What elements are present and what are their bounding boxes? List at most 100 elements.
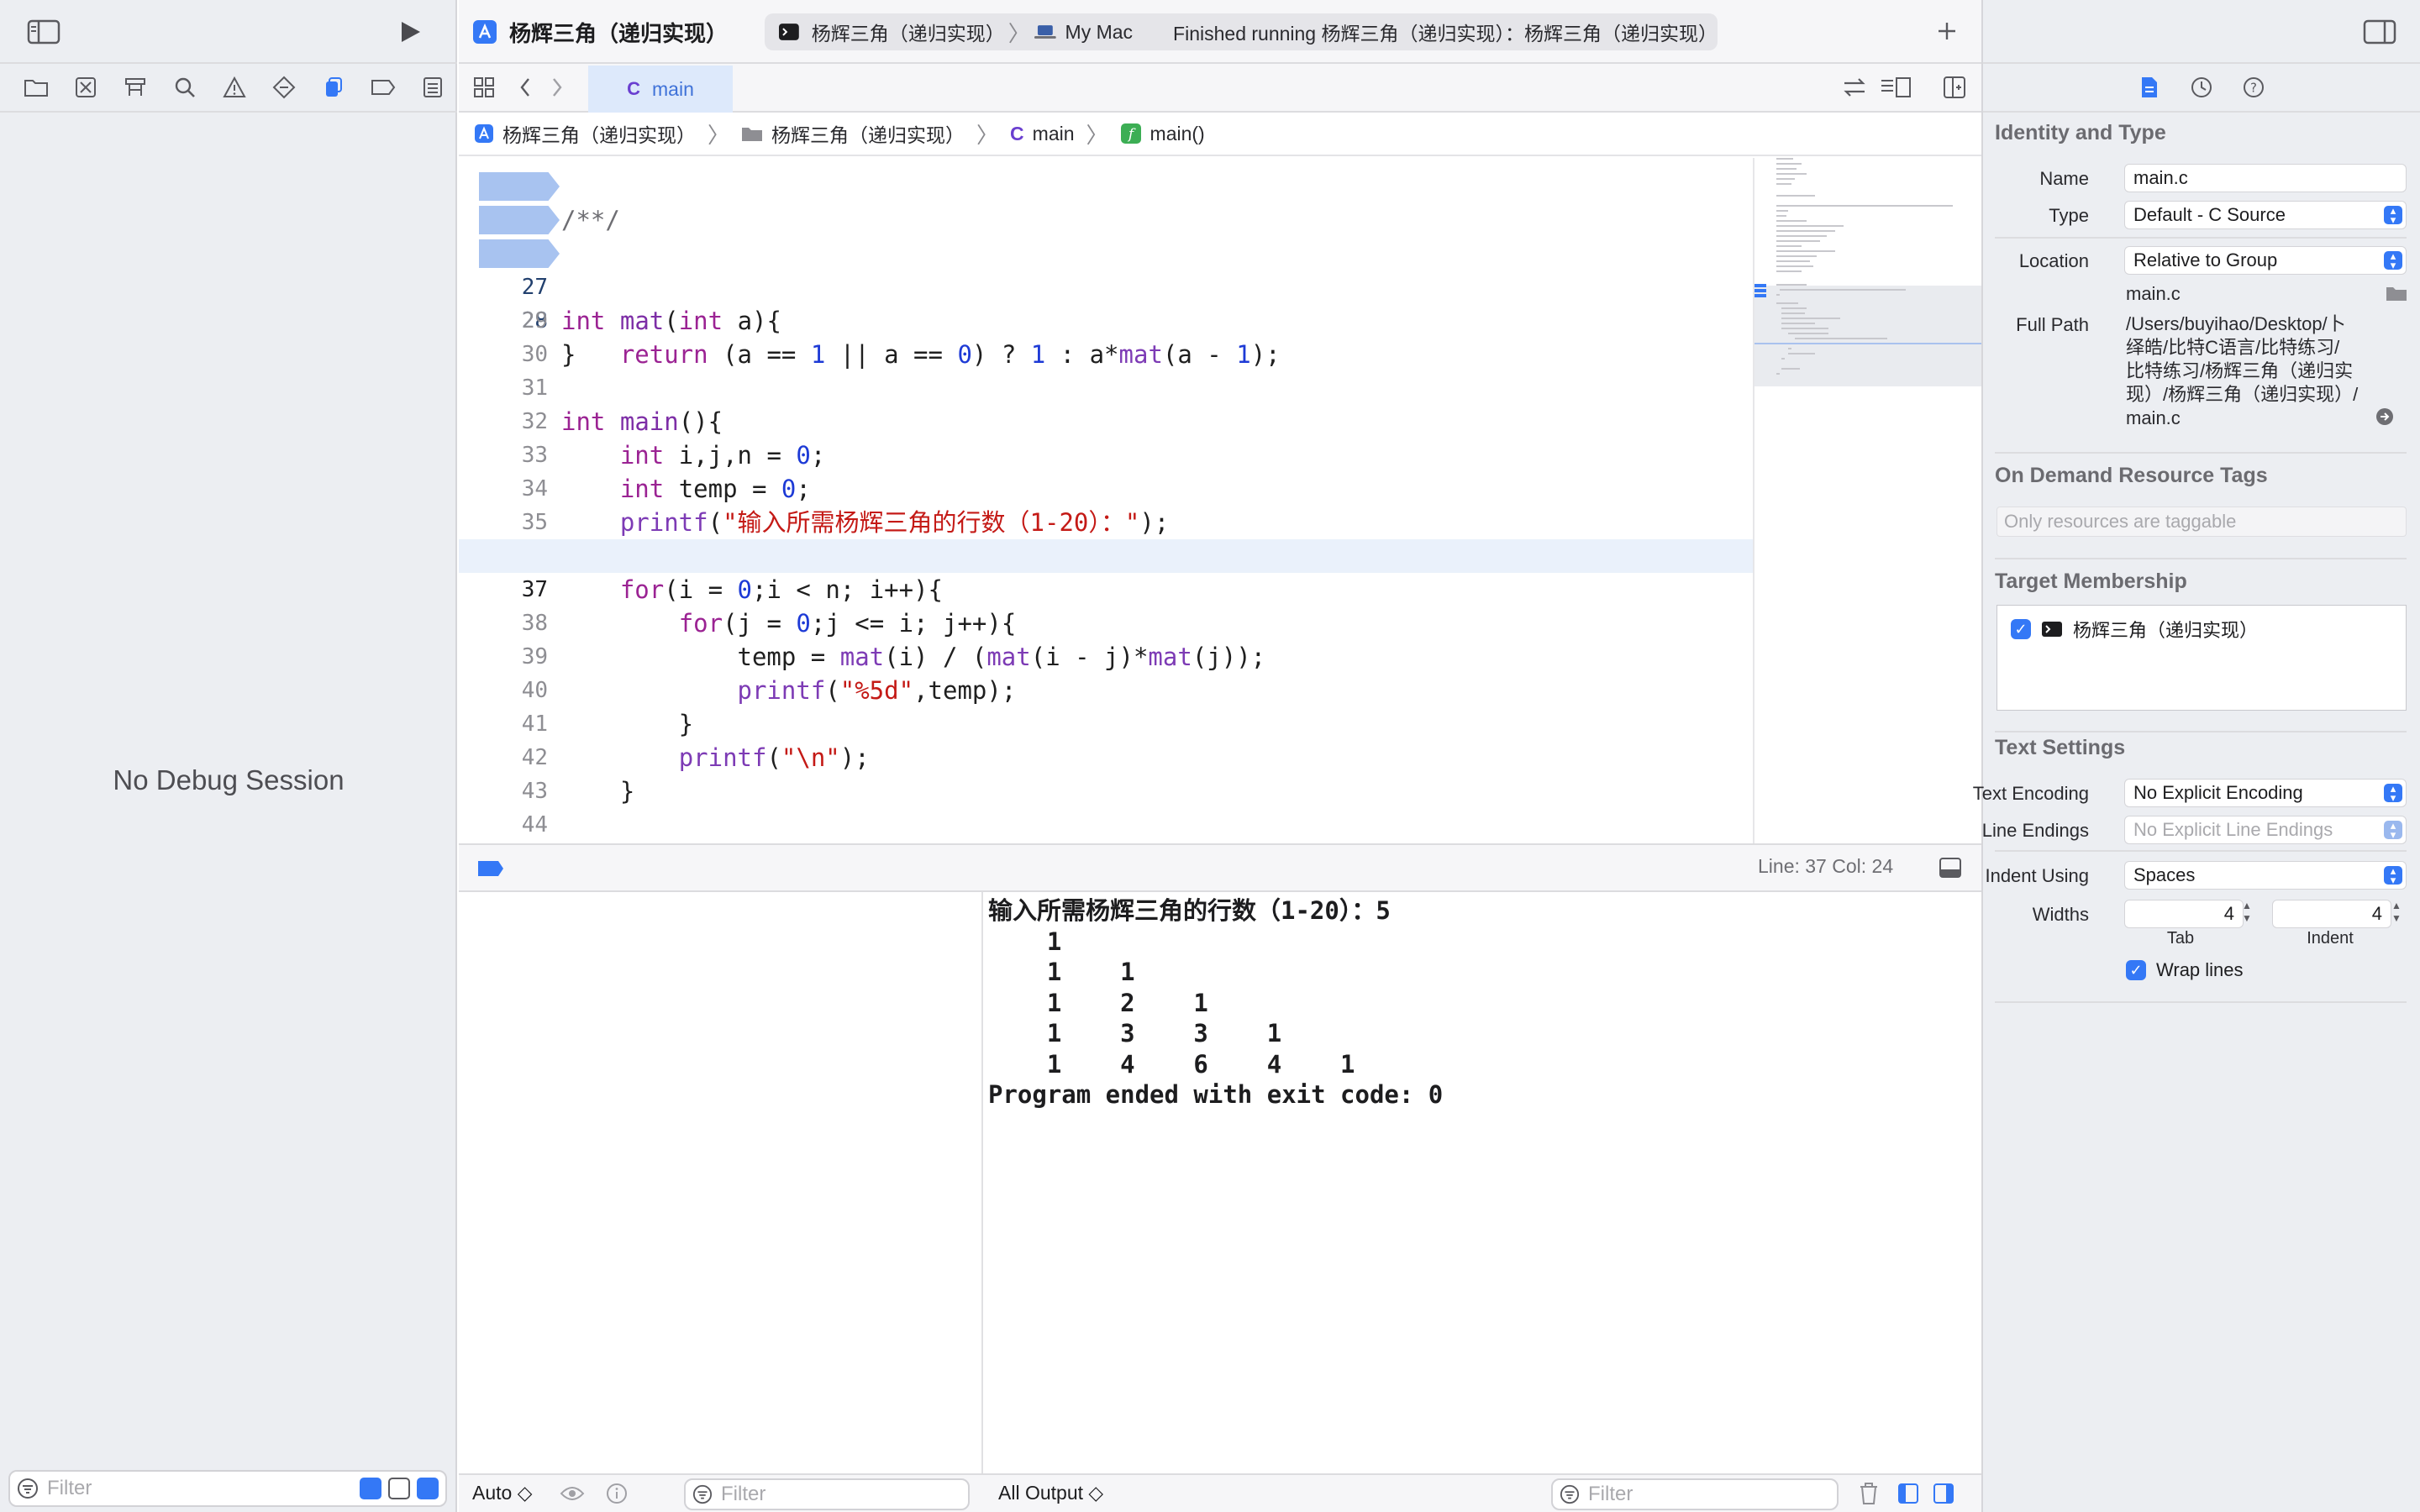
eye-icon[interactable] bbox=[558, 1480, 587, 1507]
symbol-navigator-icon[interactable] bbox=[111, 66, 160, 108]
show-threads-icon[interactable] bbox=[388, 1478, 410, 1499]
console-line: Program ended with exit code: 0 bbox=[988, 1080, 1444, 1109]
tab-main[interactable]: C main bbox=[588, 66, 733, 113]
popup-arrows-icon: ▴ ▾ bbox=[2384, 250, 2402, 270]
navigator-filter-field[interactable]: Filter bbox=[8, 1470, 447, 1507]
debug-bottom-bar: Auto ◇ Filter All Output ◇ Filter bbox=[459, 1473, 1981, 1512]
show-console-icon[interactable] bbox=[1931, 1482, 1956, 1505]
test-diamond-icon[interactable] bbox=[259, 66, 308, 108]
divider bbox=[1995, 850, 2407, 852]
report-navigator-icon[interactable] bbox=[408, 66, 457, 108]
chevron-right-icon: 〉 bbox=[708, 122, 730, 148]
breakpoint-marker[interactable] bbox=[479, 206, 560, 234]
name-label: Name bbox=[2039, 168, 2089, 189]
breadcrumb-symbol-label: main() bbox=[1150, 122, 1205, 144]
divider bbox=[1995, 1001, 2407, 1003]
xcode-project-icon bbox=[473, 20, 497, 44]
debug-navigator-icon[interactable] bbox=[308, 66, 358, 108]
folder-icon[interactable] bbox=[12, 66, 61, 108]
filter-icon bbox=[1560, 1484, 1580, 1504]
add-icon[interactable] bbox=[1933, 17, 1961, 45]
odr-section-title: On Demand Resource Tags bbox=[1995, 464, 2268, 487]
source-editor[interactable]: 25 /**/ 26 27 int mat(int a){ 28 return … bbox=[459, 158, 1753, 843]
show-running-icon[interactable] bbox=[417, 1478, 439, 1499]
variables-filter-field[interactable]: Filter bbox=[684, 1478, 970, 1510]
editor-options-icon[interactable] bbox=[1879, 74, 1912, 101]
empty-debug-message: No Debug Session bbox=[113, 764, 345, 795]
console-output[interactable]: 输入所需杨辉三角的行数（1-20）：5 1 1 1 1 2 1 1 3 3 1 … bbox=[985, 892, 1981, 1473]
chevron-right-icon: 〉 bbox=[1007, 20, 1030, 46]
full-path-line: /Users/buyihao/Desktop/卜 bbox=[2126, 313, 2346, 334]
code-line: 31 int main(){ bbox=[459, 338, 1753, 436]
checkmark-icon[interactable]: ✓ bbox=[2126, 960, 2146, 980]
location-popup[interactable]: Relative to Group ▴ ▾ bbox=[2124, 246, 2407, 275]
source-control-icon[interactable] bbox=[61, 66, 111, 108]
indent-width-field[interactable]: 4 bbox=[2272, 900, 2391, 928]
wrap-lines-label: Wrap lines bbox=[2156, 959, 2244, 980]
swap-icon[interactable] bbox=[1840, 74, 1869, 101]
wrap-lines-checkbox[interactable]: ✓ Wrap lines bbox=[2126, 959, 2244, 981]
indent-width-stepper[interactable]: ▲ ▼ bbox=[2388, 900, 2405, 928]
indent-using-label: Indent Using bbox=[1985, 865, 2089, 886]
folder-icon[interactable] bbox=[2385, 282, 2408, 304]
info-icon[interactable] bbox=[603, 1480, 630, 1507]
breakpoint-navigator-icon[interactable] bbox=[358, 66, 408, 108]
reveal-in-finder-icon[interactable] bbox=[2375, 407, 2395, 427]
line-endings-popup[interactable]: No Explicit Line Endings ▴ ▾ bbox=[2124, 816, 2407, 844]
forward-chevron-icon[interactable] bbox=[544, 74, 570, 101]
breadcrumb-symbol[interactable]: f main() bbox=[1120, 123, 1205, 145]
file-inspector-icon[interactable] bbox=[2136, 74, 2163, 101]
run-destination[interactable]: My Mac bbox=[1065, 21, 1134, 44]
warning-icon[interactable] bbox=[210, 66, 260, 108]
split-editor-icon[interactable] bbox=[1941, 74, 1968, 101]
history-icon[interactable] bbox=[2188, 74, 2215, 101]
target-section-title: Target Membership bbox=[1995, 570, 2187, 593]
full-path-value: /Users/buyihao/Desktop/卜 绎皓/比特C语言/比特练习/ … bbox=[2126, 312, 2378, 430]
help-icon[interactable]: ? bbox=[2240, 74, 2267, 101]
text-encoding-value: No Explicit Encoding bbox=[2133, 782, 2303, 803]
navigator-toolbar bbox=[0, 0, 457, 64]
file-name-field[interactable]: main.c bbox=[2124, 164, 2407, 192]
breadcrumb-project[interactable]: 杨辉三角（递归实现） bbox=[474, 119, 696, 148]
popup-arrows-icon: ▴ ▾ bbox=[2384, 820, 2402, 840]
show-variables-icon[interactable] bbox=[1896, 1482, 1921, 1505]
console-output-popup[interactable]: All Output ◇ bbox=[998, 1482, 1103, 1504]
run-icon[interactable] bbox=[395, 17, 425, 47]
search-icon[interactable] bbox=[160, 66, 210, 108]
show-only-crashed-icon[interactable] bbox=[360, 1478, 381, 1499]
breakpoint-marker[interactable] bbox=[479, 172, 560, 201]
variables-scope-popup[interactable]: Auto ◇ bbox=[472, 1482, 532, 1504]
breakpoint-marker[interactable] bbox=[479, 239, 560, 268]
widths-label: Widths bbox=[2032, 904, 2089, 925]
console-filter-field[interactable]: Filter bbox=[1551, 1478, 1839, 1510]
text-encoding-popup[interactable]: No Explicit Encoding ▴ ▾ bbox=[2124, 779, 2407, 807]
sidebar-toggle-icon[interactable] bbox=[27, 18, 60, 45]
full-path-line: 比特练习/杨辉三角（递归实 bbox=[2126, 360, 2354, 381]
tab-width-field[interactable]: 4 bbox=[2124, 900, 2244, 928]
breadcrumb-file[interactable]: C main bbox=[1010, 123, 1074, 145]
code-line: 41 printf("\n"); bbox=[459, 674, 1753, 772]
checkmark-icon[interactable]: ✓ bbox=[2011, 619, 2031, 639]
indent-using-popup[interactable]: Spaces ▴ ▾ bbox=[2124, 861, 2407, 890]
odr-tags-field[interactable]: Only resources are taggable bbox=[1996, 507, 2407, 537]
hide-debug-area-icon[interactable] bbox=[1938, 855, 1963, 880]
file-type-popup[interactable]: Default - C Source ▴ ▾ bbox=[2124, 201, 2407, 229]
grid-icon[interactable] bbox=[471, 74, 497, 101]
identity-section-title: Identity and Type bbox=[1995, 121, 2166, 144]
tab-width-stepper[interactable]: ▲ ▼ bbox=[2238, 900, 2255, 928]
svg-text:?: ? bbox=[2250, 81, 2257, 96]
divider bbox=[1995, 452, 2407, 454]
text-settings-title: Text Settings bbox=[1995, 736, 2126, 759]
breadcrumb-folder[interactable]: 杨辉三角（递归实现） bbox=[741, 119, 965, 148]
minimap[interactable] bbox=[1753, 158, 1981, 843]
target-row[interactable]: ✓ 杨辉三角（递归实现） bbox=[2011, 616, 2258, 643]
project-title-text: 杨辉三角（递归实现） bbox=[509, 20, 729, 46]
inspector-tab-bar: ? bbox=[1983, 64, 2420, 113]
back-chevron-icon[interactable] bbox=[513, 74, 538, 101]
trash-icon[interactable] bbox=[1855, 1480, 1882, 1507]
scheme-name[interactable]: 杨辉三角（递归实现） bbox=[812, 18, 1005, 46]
breakpoints-toggle-icon[interactable] bbox=[477, 860, 504, 877]
activity-view[interactable]: 杨辉三角（递归实现） 〉 My Mac Finished running 杨辉三… bbox=[765, 13, 1718, 50]
inspector-toggle-icon[interactable] bbox=[2363, 18, 2396, 45]
console-line: 1 1 bbox=[988, 958, 1135, 986]
